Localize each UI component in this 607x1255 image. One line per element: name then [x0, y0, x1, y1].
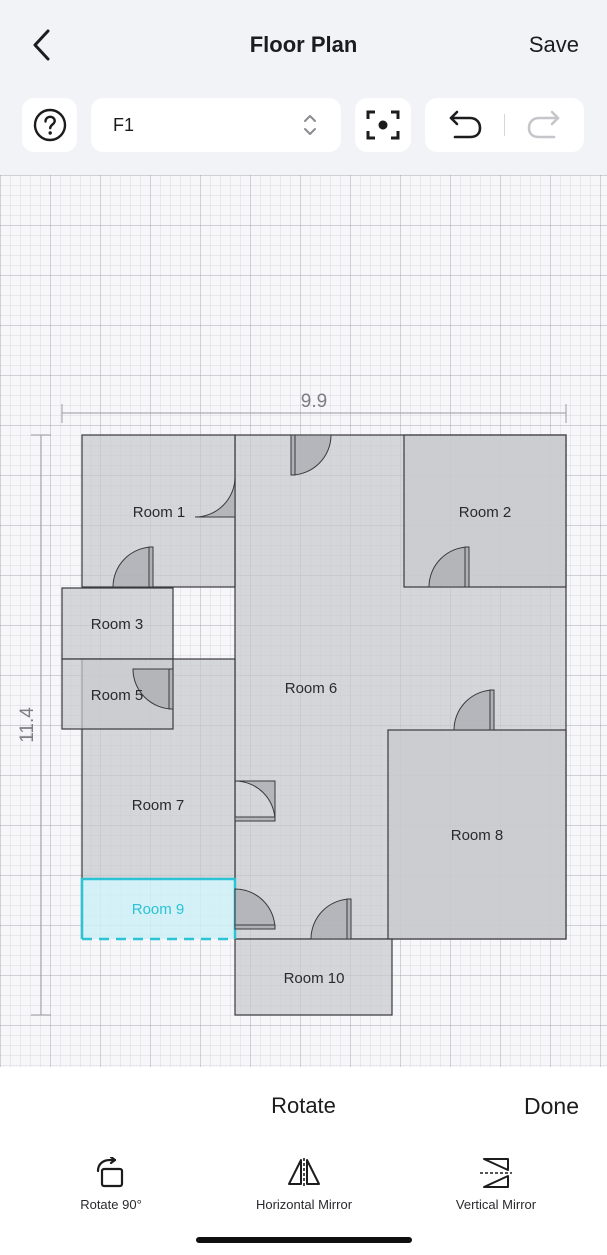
floor-plan-screen: Floor Plan Save F1 9.9 11.4 Room 1 Room …	[0, 0, 607, 1255]
nav-header: Floor Plan Save	[0, 0, 607, 92]
height-dimension-label: 11.4	[17, 707, 38, 743]
room-9-label: Room 9	[132, 901, 185, 918]
room-2-label: Room 2	[459, 504, 512, 521]
room-7-label: Room 7	[132, 797, 185, 814]
room-1-label: Room 1	[133, 504, 186, 521]
save-button[interactable]: Save	[529, 32, 579, 58]
room-10-label: Room 10	[284, 970, 345, 987]
rotate-icon	[96, 1157, 124, 1188]
horizontal-mirror-label: Horizontal Mirror	[255, 1197, 353, 1212]
horizontal-mirror-button[interactable]: Horizontal Mirror	[219, 1157, 389, 1212]
redo-icon	[527, 110, 560, 139]
history-controls	[425, 98, 584, 152]
page-title: Floor Plan	[249, 32, 358, 57]
help-circle-icon	[33, 108, 66, 142]
rotate-90-button[interactable]: Rotate 90°	[26, 1157, 196, 1212]
vertical-mirror-button[interactable]: Vertical Mirror	[411, 1157, 581, 1212]
room-8-label: Room 8	[451, 827, 504, 844]
floor-plan-canvas[interactable]: 9.9 11.4 Room 1 Room 2 Room 3 Room 5 Roo…	[0, 175, 607, 1067]
panel-title: Rotate	[271, 1093, 336, 1118]
width-dimension-label: 9.9	[301, 391, 327, 412]
center-view-button[interactable]	[355, 98, 411, 152]
home-indicator	[196, 1237, 412, 1243]
rotate-panel: Rotate Done Rotate 90° Horizontal Mirror	[0, 1067, 607, 1255]
redo-button[interactable]	[524, 109, 564, 141]
chevron-updown-icon	[304, 115, 316, 135]
floor-select[interactable]: F1	[91, 98, 341, 152]
vertical-mirror-label: Vertical Mirror	[455, 1197, 537, 1212]
vertical-mirror-icon	[480, 1158, 512, 1188]
done-button[interactable]: Done	[524, 1093, 579, 1120]
floor-select-value: F1	[113, 115, 135, 135]
room-3-label: Room 3	[91, 616, 144, 633]
horizontal-mirror-icon	[288, 1158, 320, 1188]
floor-plan-drawing: 9.9 11.4 Room 1 Room 2 Room 3 Room 5 Roo…	[17, 391, 567, 1016]
undo-button[interactable]	[445, 109, 485, 141]
room-6-label: Room 6	[285, 680, 338, 697]
undo-icon	[449, 110, 482, 139]
help-button[interactable]	[22, 98, 77, 152]
history-divider	[504, 114, 505, 136]
room-5-label: Room 5	[91, 687, 144, 704]
toolbar: F1	[0, 92, 607, 162]
focus-center-icon	[366, 110, 400, 140]
rotate-90-label: Rotate 90°	[80, 1197, 142, 1212]
